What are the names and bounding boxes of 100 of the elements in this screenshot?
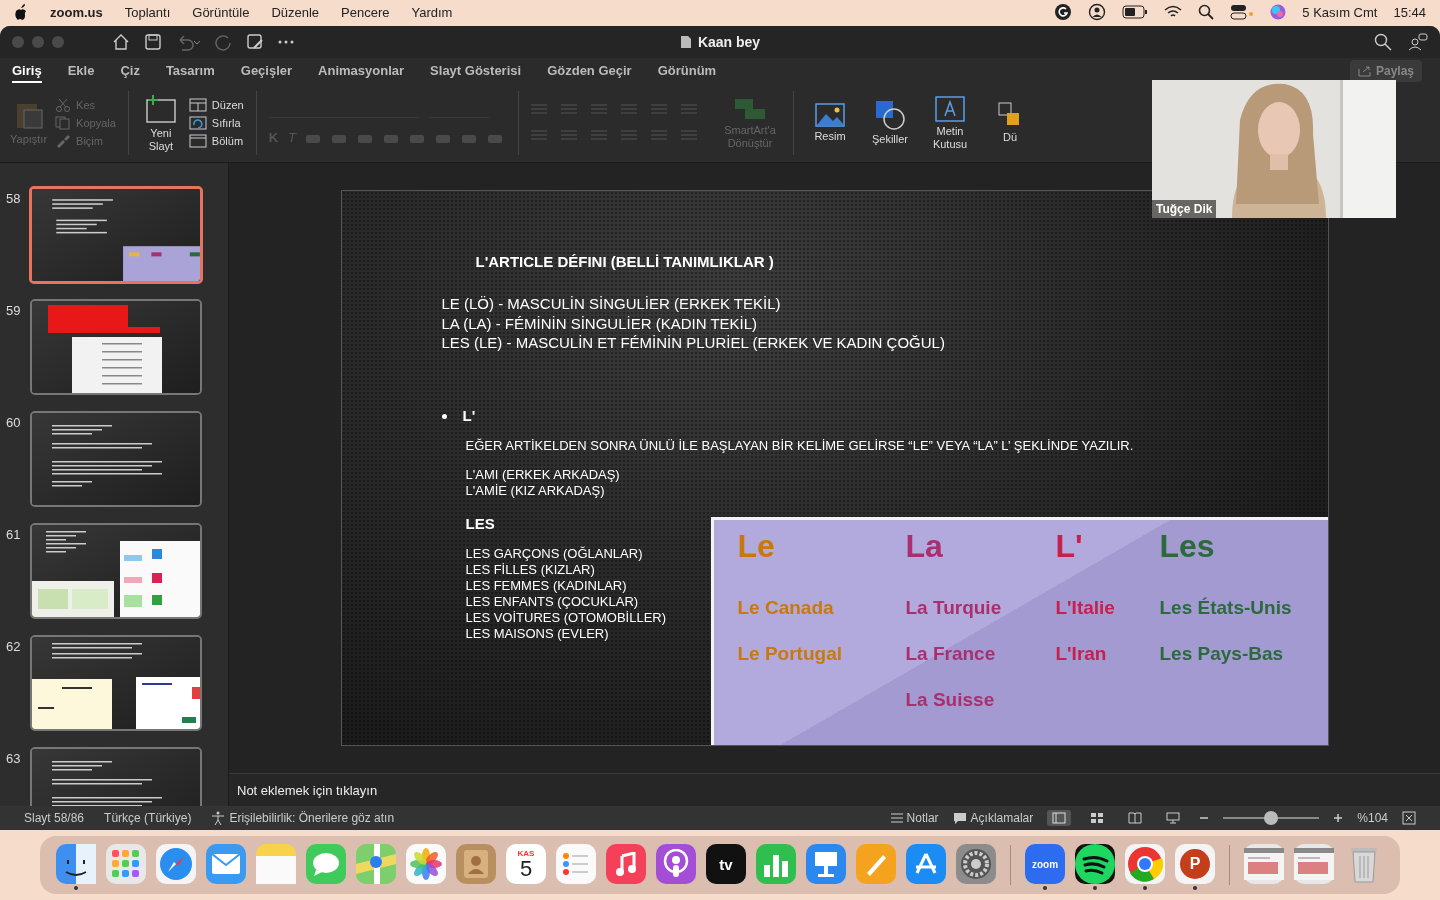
article-example: La Turquie [905,597,1003,619]
slide-tool-button[interactable]: Düzen [188,98,244,112]
article-header: La [905,528,944,565]
plus-icon [1333,813,1344,823]
definition-line: LE (LÖ) - MASCULİN SİNGULİER (ERKEK TEKİL) [441,294,782,314]
normal-view-icon [1052,812,1067,824]
slide-number: 63 [6,750,22,768]
language-label[interactable]: Türkçe (Türkiye) [104,811,192,825]
slide-number: 61 [6,526,22,544]
section-icon [188,134,207,148]
insert-button[interactable]: Resim [806,103,854,143]
ribbon-tab[interactable]: Giriş [12,59,42,83]
definition-line: LA (LA) - FÉMİNİN SİNGULİER (KADIN TEKİL) [441,313,759,333]
app-name[interactable]: zoom.us [50,4,103,20]
slide-thumbnail[interactable] [30,299,202,395]
slide-thumbnail[interactable] [30,523,202,619]
ribbon-tab[interactable]: Slayt Gösterisi [430,59,522,83]
article-example: La Suisse [905,689,996,711]
layout-icon [188,98,207,112]
slide-number: 62 [6,638,22,656]
people-icon [1408,33,1428,51]
slide-number: 58 [6,190,22,208]
slide-thumbnail[interactable] [30,411,202,507]
article-example: L'Iran [1055,643,1108,665]
book-icon [1128,812,1143,824]
bullet-heading: L' [462,406,476,424]
notes-field[interactable]: Not eklemek için tıklayın [237,782,378,798]
article-example: Les États-Unis [1159,597,1293,619]
slide-title: L'ARTICLE DÉFINI (BELLİ TANIMLIKLAR ) [475,253,775,270]
close-button[interactable] [12,36,24,48]
new-slide-button[interactable]: Yeni Slayt [140,93,181,153]
insert-button[interactable]: Dü [986,102,1034,144]
battery-icon [1122,5,1149,19]
minimize-button[interactable] [32,36,44,48]
menubar-time[interactable]: 15:44 [1393,4,1426,20]
comments-button[interactable]: Açıklamalar [952,811,1034,825]
zoom-value[interactable]: %104 [1357,811,1388,825]
slide-thumbnail[interactable] [29,186,203,284]
new-slide-icon [144,93,177,124]
menu-item[interactable]: Pencere [341,4,390,20]
ribbon-tab[interactable]: Tasarım [165,59,215,83]
apple-icon [14,4,28,20]
ribbon-tab[interactable]: Geçişler [240,59,293,83]
slide-counter: Slayt 58/86 [24,811,85,825]
example-line: L'AMI (ERKEK ARKADAŞ) [465,466,620,483]
slide-number: 60 [6,414,22,432]
ribbon-tab[interactable]: Gözden Geçir [547,59,632,83]
menu-item[interactable]: Yardım [411,4,453,20]
menubar-date[interactable]: 5 Kasım Cmt [1302,4,1378,20]
article-header: Les [1159,528,1216,565]
example-line: LES GARÇONS (OĞLANLAR) [465,545,643,562]
ribbon-tab[interactable]: Animasyonlar [318,59,405,83]
definition-line: LES (LE) - MASCULİN ET FÉMİNİN PLURİEL (ERKEK VE KADIN ÇOĞUL) [441,333,946,353]
article-example: Les Pays-Bas [1159,643,1285,665]
article-example: Le Canada [737,597,835,619]
slide-number: 59 [6,302,22,320]
rule-text: EĞER ARTİKELDEN SONRA ÜNLÜ İLE BAŞLAYAN BİR KELİME GELİRSE “LE” VEYA “LA” L’ ŞEKLİNDE YAZILIR. [465,437,1135,453]
insert-button[interactable]: Şekiller [866,100,914,146]
fit-icon [1402,811,1416,825]
view-button[interactable] [1047,810,1072,826]
notes-button[interactable]: Notlar [890,811,939,825]
lines-icon [890,813,903,823]
search-icon [1374,33,1392,51]
user-icon [1088,3,1107,21]
search-icon [1198,4,1215,20]
participant-name: Tuğçe Dik [1152,200,1217,218]
brush-icon [55,134,72,148]
plural-heading: LES [465,514,496,532]
example-line: LES FİLLES (KIZLAR) [465,561,595,578]
bullet-icon [441,413,447,419]
shapes-icon [875,100,905,131]
example-line: LES ENFANTS (ÇOCUKLAR) [465,593,639,610]
redo-icon [214,33,232,51]
scissors-icon [55,98,72,112]
article-example: L'Italie [1055,597,1116,619]
wifi-icon [1164,5,1183,19]
ribbon-tab[interactable]: Çiz [120,59,140,83]
ribbon-tab[interactable]: Ekle [67,59,95,83]
article-header: Le [737,528,776,565]
slide-tool-button[interactable]: Sıfırla [188,116,244,130]
article-example: Le Portugal [737,643,843,665]
save-icon [144,33,162,51]
more-icon [278,40,294,44]
zoom-button[interactable] [52,36,64,48]
accessibility-button[interactable]: Erişilebilirlik: Önerilere göz atın [211,811,395,825]
example-line: LES MAISONS (EVLER) [465,625,609,642]
menu-item[interactable]: Toplantı [124,4,171,20]
home-icon [112,33,130,51]
comment-icon [952,812,967,824]
ribbon-tab[interactable]: Görünüm [657,59,717,83]
insert-button[interactable]: Metin Kutusu [926,95,974,151]
menu-item[interactable]: Görüntüle [192,4,250,20]
toggle-icon [1230,4,1255,20]
slide-tool-button[interactable]: Bölüm [188,134,244,148]
menu-item[interactable]: Düzenle [271,4,320,20]
presentation-icon [1166,812,1181,824]
copy-icon [55,116,72,130]
article-example: La France [905,643,997,665]
slide-thumbnail[interactable] [30,635,202,731]
reset-icon [188,116,207,130]
